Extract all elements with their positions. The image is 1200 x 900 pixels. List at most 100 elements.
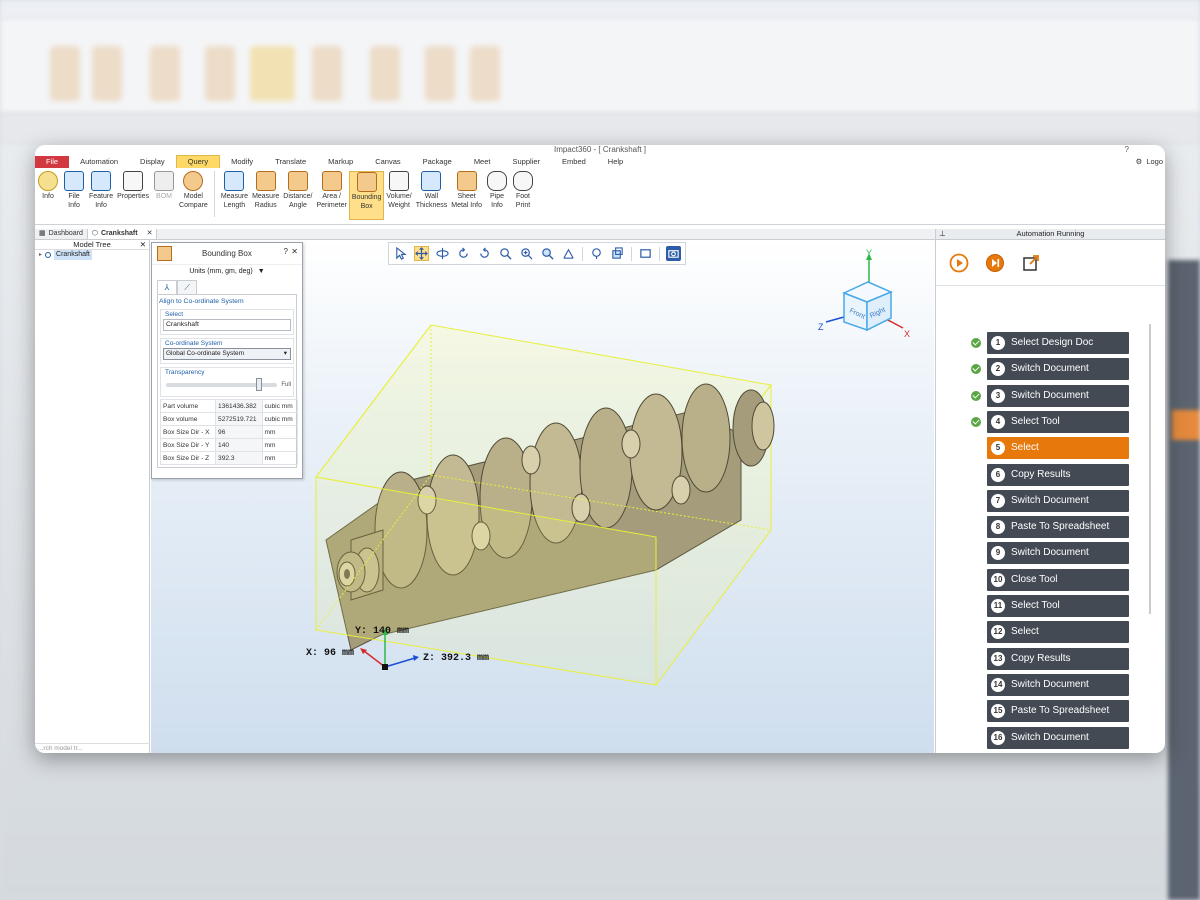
play-button[interactable] — [948, 252, 970, 274]
step-button[interactable]: 14 Switch Document — [987, 673, 1129, 696]
ribbon-info-button[interactable]: Info — [35, 171, 61, 202]
section-icon[interactable] — [561, 246, 576, 261]
step-button[interactable]: 6 Copy Results — [987, 463, 1129, 486]
ribbon-separator — [213, 171, 215, 217]
hide-show-icon[interactable] — [610, 246, 625, 261]
ribbon-area-perimeter-button[interactable]: Area / Perimeter — [314, 171, 348, 210]
step-button[interactable]: 9 Switch Document — [987, 542, 1129, 565]
step-button[interactable]: 5 Select — [987, 437, 1129, 460]
step-button[interactable]: 12 Select — [987, 621, 1129, 644]
step-run-icon — [986, 254, 1004, 272]
logout-button[interactable]: ⚙ Logo — [1136, 156, 1163, 168]
close-tab-icon[interactable]: ✕ — [147, 229, 153, 239]
step-button[interactable]: 10 Close Tool — [987, 568, 1129, 591]
explode-icon[interactable] — [589, 246, 604, 261]
expand-icon[interactable]: ▸ — [39, 250, 42, 260]
result-label: Box Size Dir - Y — [159, 438, 217, 452]
ribbon-foot-print-button[interactable]: Foot Print — [510, 171, 536, 210]
step-button[interactable]: 15 Paste To Spreadsheet — [987, 700, 1129, 723]
ribbon-sheet-metal-button[interactable]: Sheet Metal Info — [449, 171, 484, 210]
ribbon-measure-radius-button[interactable]: Measure Radius — [250, 171, 281, 210]
transparency-slider[interactable] — [166, 378, 278, 391]
step-label: Paste To Spreadsheet — [1011, 705, 1110, 717]
help-icon[interactable]: ? — [284, 247, 288, 256]
step-number: 13 — [991, 651, 1005, 666]
zoom-window-icon[interactable] — [498, 246, 513, 261]
pin-icon[interactable]: ⊥ — [939, 229, 946, 239]
tab-axis-aligned[interactable]: ⅄ — [157, 280, 177, 294]
viewport-toolbar — [388, 242, 686, 265]
automation-step: 10 Close Tool — [936, 568, 1165, 591]
units-dropdown[interactable]: Units (mm, gm, deg) ▼ — [152, 265, 302, 279]
automation-step: 9 Switch Document — [936, 542, 1165, 565]
ribbon-measure-length-button[interactable]: Measure Length — [219, 171, 250, 210]
tab-crankshaft[interactable]: ⬡ Crankshaft ✕ — [87, 229, 158, 239]
step-button[interactable]: 16 Switch Document — [987, 726, 1129, 749]
align-label: Align to Co-ordinate System — [159, 298, 244, 305]
step-button[interactable]: 8 Paste To Spreadsheet — [987, 516, 1129, 539]
tab-custom-axis[interactable]: ⟋ — [177, 280, 197, 294]
step-button[interactable]: 1 Select Design Doc — [987, 332, 1129, 354]
step-button[interactable]: 4 Select Tool — [987, 410, 1129, 433]
play-icon — [949, 253, 969, 273]
tab-dashboard[interactable]: ▦ Dashboard — [35, 229, 88, 239]
step-button[interactable]: 2 Switch Document — [987, 358, 1129, 381]
step-button[interactable]: 11 Select Tool — [987, 595, 1129, 617]
menu-markup[interactable]: Markup — [317, 156, 364, 168]
automation-step: 2 Switch Document — [936, 358, 1165, 381]
zoom-in-out-icon[interactable] — [519, 246, 534, 261]
menu-file[interactable]: File — [35, 156, 70, 168]
menu-automation[interactable]: Automation — [69, 156, 129, 168]
table-row: Box volume 5272519.721 cubic mm — [159, 412, 299, 426]
properties-icon — [123, 171, 144, 191]
ribbon-pipe-info-button[interactable]: Pipe Info — [484, 171, 510, 210]
menu-translate[interactable]: Translate — [264, 156, 317, 168]
rotate-left-icon[interactable] — [456, 246, 471, 261]
open-external-button[interactable] — [1020, 252, 1042, 274]
slider-thumb[interactable] — [256, 378, 263, 391]
view-cube[interactable]: Front Right Y Z X — [818, 248, 910, 339]
step-button[interactable]: 3 Switch Document — [987, 384, 1129, 407]
ribbon-volume-weight-button[interactable]: Volume/ Weight — [384, 171, 413, 210]
ribbon-distance-angle-label: Distance/ Angle — [283, 193, 313, 209]
ribbon-wall-thickness-button[interactable]: Wall Thickness — [414, 171, 450, 210]
menu-modify[interactable]: Modify — [220, 156, 264, 168]
settings-icon[interactable]: ⚙ — [1136, 157, 1143, 166]
app-window: Impact360 - [ Crankshaft ] ? File Automa… — [35, 145, 1165, 753]
select-arrow-icon[interactable] — [393, 246, 408, 261]
toolbar-separator — [659, 246, 660, 261]
ribbon-bounding-box-button[interactable]: Bounding Box — [348, 171, 385, 220]
select-field[interactable]: Crankshaft — [163, 319, 291, 331]
ribbon-file-info-button[interactable]: File Info — [61, 171, 87, 210]
close-icon[interactable]: ✕ — [140, 240, 146, 250]
ribbon-model-compare-button[interactable]: Model Compare — [177, 171, 210, 210]
menu-canvas[interactable]: Canvas — [364, 156, 411, 168]
menu-supplier[interactable]: Supplier — [502, 156, 552, 168]
coordinate-system-select[interactable]: Global Co-ordinate System ▾ — [163, 348, 291, 360]
ribbon-distance-angle-button[interactable]: Distance/ Angle — [281, 171, 314, 210]
view-axis-z-label: Z — [818, 322, 824, 332]
menu-embed[interactable]: Embed — [551, 156, 597, 168]
rotate-3d-icon[interactable] — [435, 246, 450, 261]
model-tree-search-input[interactable]: ...rch model tr... — [35, 743, 150, 753]
camera-icon[interactable] — [666, 246, 681, 261]
step-run-button[interactable] — [984, 252, 1006, 274]
menu-meet[interactable]: Meet — [463, 156, 502, 168]
zoom-fit-icon[interactable] — [540, 246, 555, 261]
ribbon-feature-info-button[interactable]: Feature Info — [87, 171, 115, 210]
background-ribbon — [0, 18, 1200, 113]
model-compare-icon — [183, 171, 204, 191]
menu-package[interactable]: Package — [412, 156, 463, 168]
fit-view-icon[interactable] — [638, 246, 653, 261]
close-icon[interactable]: ✕ — [291, 247, 298, 256]
menu-help[interactable]: Help — [597, 156, 634, 168]
step-button[interactable]: 13 Copy Results — [987, 647, 1129, 670]
ribbon-properties-button[interactable]: Properties — [115, 171, 151, 202]
tree-item-crankshaft[interactable]: ▸ Crankshaft — [35, 250, 149, 260]
rotate-right-icon[interactable] — [477, 246, 492, 261]
pan-icon[interactable] — [414, 246, 429, 261]
menu-display[interactable]: Display — [129, 156, 176, 168]
step-button[interactable]: 7 Switch Document — [987, 489, 1129, 512]
help-icon[interactable]: ? — [1125, 145, 1129, 155]
menu-query[interactable]: Query — [175, 155, 221, 168]
